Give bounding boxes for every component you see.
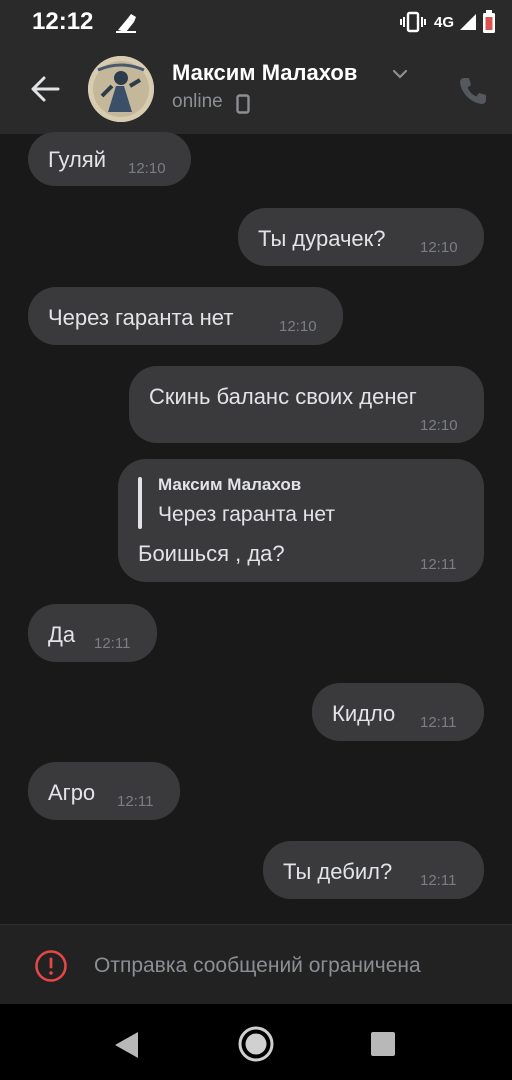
message-text: Через гаранта нет bbox=[48, 305, 234, 330]
reply-text[interactable]: Через гаранта нет bbox=[158, 503, 335, 527]
avatar[interactable] bbox=[88, 56, 154, 122]
battery-icon bbox=[483, 10, 495, 33]
message-time: 12:10 bbox=[420, 417, 458, 434]
message-text: Гуляй bbox=[48, 147, 106, 172]
message-bubble-outgoing[interactable]: Ты дурачек? 12:10 bbox=[238, 208, 484, 266]
message-time: 12:10 bbox=[128, 160, 166, 177]
network-type: 4G bbox=[433, 13, 454, 31]
message-text: Ты дебил? bbox=[283, 859, 393, 884]
message-bubble-incoming[interactable]: Да 12:11 bbox=[28, 604, 157, 662]
notification-icon bbox=[116, 14, 136, 33]
message-time: 12:11 bbox=[420, 556, 457, 573]
message-time: 12:11 bbox=[420, 714, 457, 731]
signal-icon bbox=[460, 14, 476, 30]
message-bubble-outgoing-reply[interactable]: Максим Малахов Через гаранта нет Боишься… bbox=[118, 459, 484, 582]
reply-author[interactable]: Максим Малахов bbox=[158, 475, 301, 495]
message-time: 12:11 bbox=[117, 793, 154, 810]
back-arrow-icon[interactable] bbox=[28, 72, 62, 106]
vibrate-icon bbox=[399, 11, 426, 33]
message-text: Ты дурачек? bbox=[258, 226, 386, 251]
avatar-image bbox=[88, 56, 154, 122]
message-bubble-outgoing[interactable]: Кидло 12:11 bbox=[312, 683, 484, 741]
mobile-device-icon bbox=[236, 94, 250, 114]
message-text: Кидло bbox=[332, 701, 396, 726]
message-text: Боишься , да? bbox=[138, 541, 285, 566]
contact-name[interactable]: Максим Малахов bbox=[172, 60, 357, 86]
message-bubble-incoming[interactable]: Агро 12:11 bbox=[28, 762, 180, 820]
nav-home-icon[interactable] bbox=[236, 1024, 276, 1064]
status-icons: 4G bbox=[399, 10, 496, 34]
restricted-text: Отправка сообщений ограничена bbox=[94, 954, 421, 977]
message-time: 12:11 bbox=[94, 635, 131, 652]
message-text: Скинь баланс своих денег bbox=[149, 384, 417, 409]
message-bubble-incoming[interactable]: Гуляй 12:10 bbox=[28, 132, 191, 186]
message-bubble-outgoing[interactable]: Скинь баланс своих денег 12:10 bbox=[129, 366, 484, 443]
system-nav-bar bbox=[0, 1004, 512, 1080]
message-bubble-outgoing[interactable]: Ты дебил? 12:11 bbox=[263, 841, 484, 899]
message-time: 12:10 bbox=[420, 239, 458, 256]
presence-status: online bbox=[172, 91, 223, 112]
alert-icon bbox=[35, 950, 67, 982]
nav-back-icon[interactable] bbox=[112, 1030, 140, 1060]
chat-header: Максим Малахов online bbox=[0, 44, 512, 134]
nav-recents-icon[interactable] bbox=[370, 1031, 396, 1057]
message-time: 12:10 bbox=[279, 318, 317, 335]
messaging-restricted-banner: Отправка сообщений ограничена bbox=[0, 924, 512, 1005]
status-time: 12:12 bbox=[32, 8, 94, 35]
message-text: Агро bbox=[48, 780, 96, 805]
reply-quote-bar bbox=[138, 477, 142, 529]
message-bubble-incoming[interactable]: Через гаранта нет 12:10 bbox=[28, 287, 343, 345]
status-bar: 12:12 4G bbox=[0, 0, 512, 44]
call-icon[interactable] bbox=[456, 74, 490, 108]
message-text: Да bbox=[48, 622, 76, 647]
message-time: 12:11 bbox=[420, 872, 457, 889]
chevron-down-icon[interactable] bbox=[390, 64, 410, 84]
